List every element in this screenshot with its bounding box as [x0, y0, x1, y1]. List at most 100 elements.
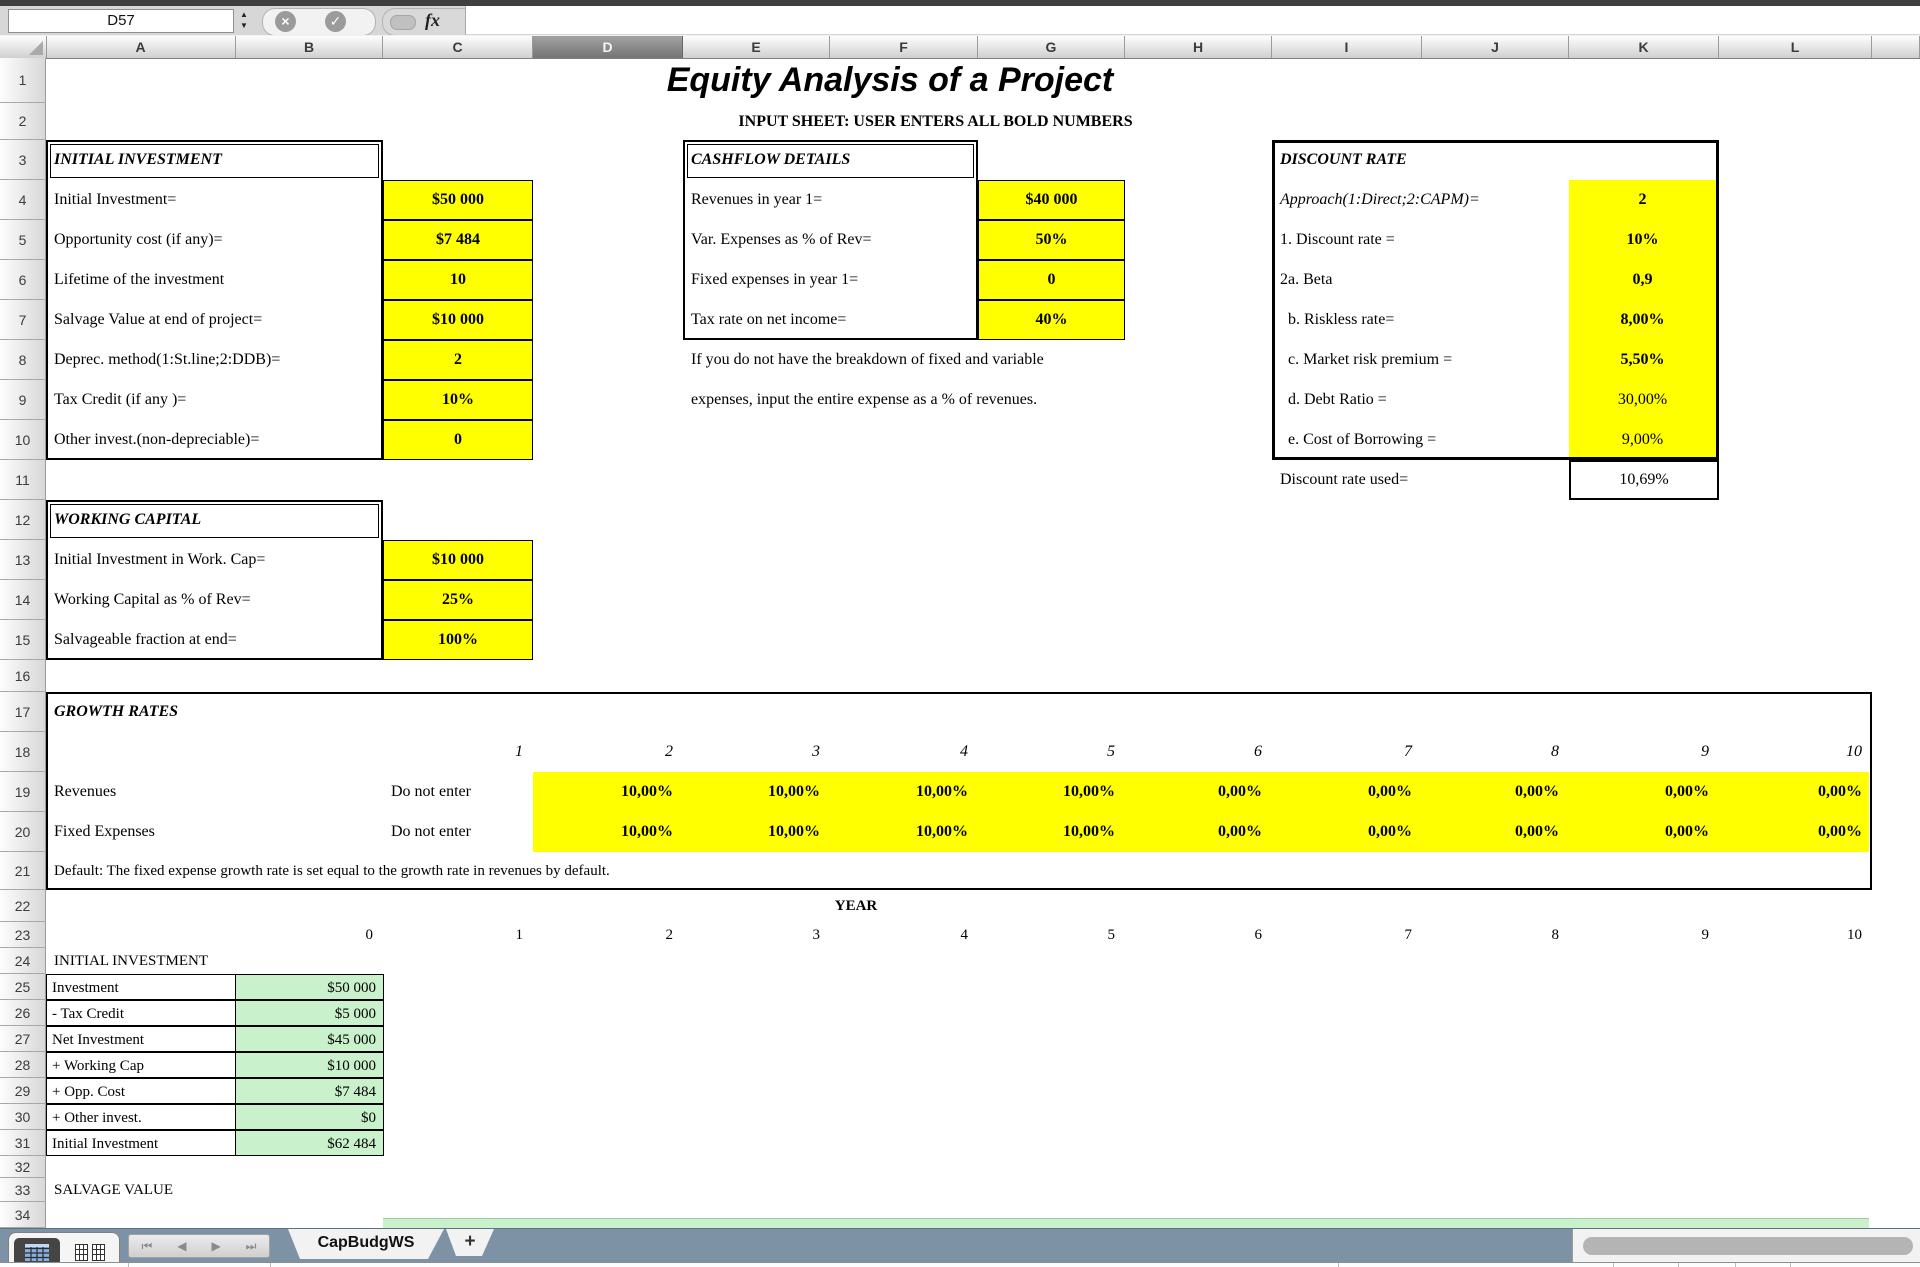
growth-value-fixed-expenses-year-5[interactable]: 10,00% [978, 812, 1125, 852]
cell-label[interactable]: Lifetime of the investment [54, 260, 224, 300]
input-cell[interactable]: 0 [978, 260, 1125, 300]
growth-value-fixed-expenses-year-8[interactable]: 0,00% [1422, 812, 1569, 852]
cell-label[interactable]: d. Debt Ratio = [1288, 380, 1387, 420]
summary-value[interactable]: $50 000 [235, 974, 384, 1000]
discount-rate-used-label[interactable]: Discount rate used= [1280, 460, 1408, 500]
growth-value-revenues-year-3[interactable]: 10,00% [683, 772, 830, 812]
summary-label[interactable]: + Opp. Cost [46, 1078, 237, 1104]
growth-year-header-3[interactable]: 3 [683, 732, 830, 772]
year-number-4[interactable]: 4 [830, 922, 978, 948]
year-number-6[interactable]: 6 [1125, 922, 1272, 948]
discount-rate-used-cell[interactable]: 10,69% [1569, 460, 1719, 500]
growth-value-revenues-year-7[interactable]: 0,00% [1272, 772, 1422, 812]
cell-label[interactable]: Var. Expenses as % of Rev= [691, 220, 872, 260]
cell-label[interactable]: e. Cost of Borrowing = [1288, 420, 1436, 460]
cell-label[interactable]: Initial Investment= [54, 180, 176, 220]
tab-scroll-first-icon[interactable]: ⏮ [141, 1236, 152, 1256]
input-cell[interactable]: 25% [383, 580, 533, 620]
input-cell[interactable]: 2 [1569, 180, 1716, 220]
input-cell[interactable]: 10% [383, 380, 533, 420]
year-number-8[interactable]: 8 [1422, 922, 1569, 948]
input-cell[interactable]: 10% [1569, 220, 1716, 260]
year-number-5[interactable]: 5 [978, 922, 1125, 948]
growth-year-header-10[interactable]: 10 [1719, 732, 1872, 772]
year-number-2[interactable]: 2 [533, 922, 683, 948]
input-cell[interactable]: 10 [383, 260, 533, 300]
input-cell[interactable]: $50 000 [383, 180, 533, 220]
cell-label[interactable]: 1. Discount rate = [1280, 220, 1395, 260]
growth-value-revenues-year-8[interactable]: 0,00% [1422, 772, 1569, 812]
summary-value[interactable]: $7 484 [235, 1078, 384, 1104]
year-number-9[interactable]: 9 [1569, 922, 1719, 948]
cell-label[interactable]: b. Riskless rate= [1288, 300, 1394, 340]
summary-value[interactable]: $5 000 [235, 1000, 384, 1026]
summary-value[interactable]: $0 [235, 1104, 384, 1130]
input-cell[interactable]: 9,00% [1569, 420, 1716, 460]
do-not-enter-note[interactable]: Do not enter [391, 772, 471, 812]
cell-label[interactable]: 2a. Beta [1280, 260, 1332, 300]
tab-scroll-last-icon[interactable]: ⏭ [246, 1236, 257, 1256]
input-cell[interactable]: $40 000 [978, 180, 1125, 220]
growth-value-fixed-expenses-year-9[interactable]: 0,00% [1569, 812, 1719, 852]
growth-year-header-9[interactable]: 9 [1569, 732, 1719, 772]
growth-year-header-8[interactable]: 8 [1422, 732, 1569, 772]
input-cell[interactable]: 40% [978, 300, 1125, 340]
cell-label[interactable]: Tax Credit (if any )= [54, 380, 186, 420]
growth-value-revenues-year-9[interactable]: 0,00% [1569, 772, 1719, 812]
horizontal-scrollbar-thumb[interactable] [1583, 1237, 1913, 1255]
year-number-0[interactable]: 0 [236, 922, 383, 948]
growth-year-header-6[interactable]: 6 [1125, 732, 1272, 772]
input-cell[interactable]: 2 [383, 340, 533, 380]
cell-label[interactable]: Fixed Expenses [54, 812, 155, 852]
do-not-enter-note[interactable]: Do not enter [391, 812, 471, 852]
cell-label[interactable]: Salvageable fraction at end= [54, 620, 237, 660]
input-cell[interactable]: 30,00% [1569, 380, 1716, 420]
input-cell[interactable]: 100% [383, 620, 533, 660]
cell-label[interactable]: Revenues [54, 772, 116, 812]
cell-label[interactable]: Revenues in year 1= [691, 180, 822, 220]
sheet-tab-capbudgws[interactable]: CapBudgWS [288, 1229, 444, 1259]
cell-label[interactable]: c. Market risk premium = [1288, 340, 1452, 380]
growth-year-header-4[interactable]: 4 [830, 732, 978, 772]
horizontal-scrollbar[interactable] [1572, 1229, 1920, 1263]
growth-value-revenues-year-2[interactable]: 10,00% [533, 772, 683, 812]
input-cell[interactable]: 0,9 [1569, 260, 1716, 300]
growth-value-fixed-expenses-year-3[interactable]: 10,00% [683, 812, 830, 852]
summary-label[interactable]: + Other invest. [46, 1104, 237, 1130]
growth-value-fixed-expenses-year-4[interactable]: 10,00% [830, 812, 978, 852]
input-cell[interactable]: $7 484 [383, 220, 533, 260]
input-cell[interactable]: 0 [383, 420, 533, 460]
cell-label[interactable]: Salvage Value at end of project= [54, 300, 262, 340]
input-cell[interactable]: 5,50% [1569, 340, 1716, 380]
input-cell[interactable]: $10 000 [383, 540, 533, 580]
growth-value-revenues-year-5[interactable]: 10,00% [978, 772, 1125, 812]
cell-label[interactable]: Working Capital as % of Rev= [54, 580, 251, 620]
summary-value[interactable]: $45 000 [235, 1026, 384, 1052]
cell-label[interactable]: Tax rate on net income= [691, 300, 846, 340]
input-cell[interactable]: $10 000 [383, 300, 533, 340]
year-number-1[interactable]: 1 [383, 922, 533, 948]
summary-label[interactable]: + Working Cap [46, 1052, 237, 1078]
cell-label[interactable]: Opportunity cost (if any)= [54, 220, 223, 260]
growth-year-header-5[interactable]: 5 [978, 732, 1125, 772]
cell-label[interactable]: Deprec. method(1:St.line;2:DDB)= [54, 340, 280, 380]
growth-value-revenues-year-6[interactable]: 0,00% [1125, 772, 1272, 812]
tab-scroll-prev-icon[interactable]: ◀ [177, 1236, 186, 1256]
growth-year-header-1[interactable]: 1 [383, 732, 533, 772]
growth-value-revenues-year-4[interactable]: 10,00% [830, 772, 978, 812]
summary-value[interactable]: $62 484 [235, 1130, 384, 1156]
growth-value-fixed-expenses-year-7[interactable]: 0,00% [1272, 812, 1422, 852]
growth-value-revenues-year-10[interactable]: 0,00% [1719, 772, 1872, 812]
cell-label[interactable]: Other invest.(non-depreciable)= [54, 420, 259, 460]
cell-label[interactable]: Fixed expenses in year 1= [691, 260, 858, 300]
tab-scroll-next-icon[interactable]: ▶ [211, 1236, 220, 1256]
growth-value-fixed-expenses-year-6[interactable]: 0,00% [1125, 812, 1272, 852]
summary-value[interactable]: $10 000 [235, 1052, 384, 1078]
year-number-10[interactable]: 10 [1719, 922, 1872, 948]
add-sheet-tab[interactable]: + [446, 1229, 494, 1256]
growth-value-fixed-expenses-year-2[interactable]: 10,00% [533, 812, 683, 852]
growth-year-header-2[interactable]: 2 [533, 732, 683, 772]
cell-label[interactable]: Initial Investment in Work. Cap= [54, 540, 265, 580]
summary-label[interactable]: - Tax Credit [46, 1000, 237, 1026]
growth-value-fixed-expenses-year-10[interactable]: 0,00% [1719, 812, 1872, 852]
